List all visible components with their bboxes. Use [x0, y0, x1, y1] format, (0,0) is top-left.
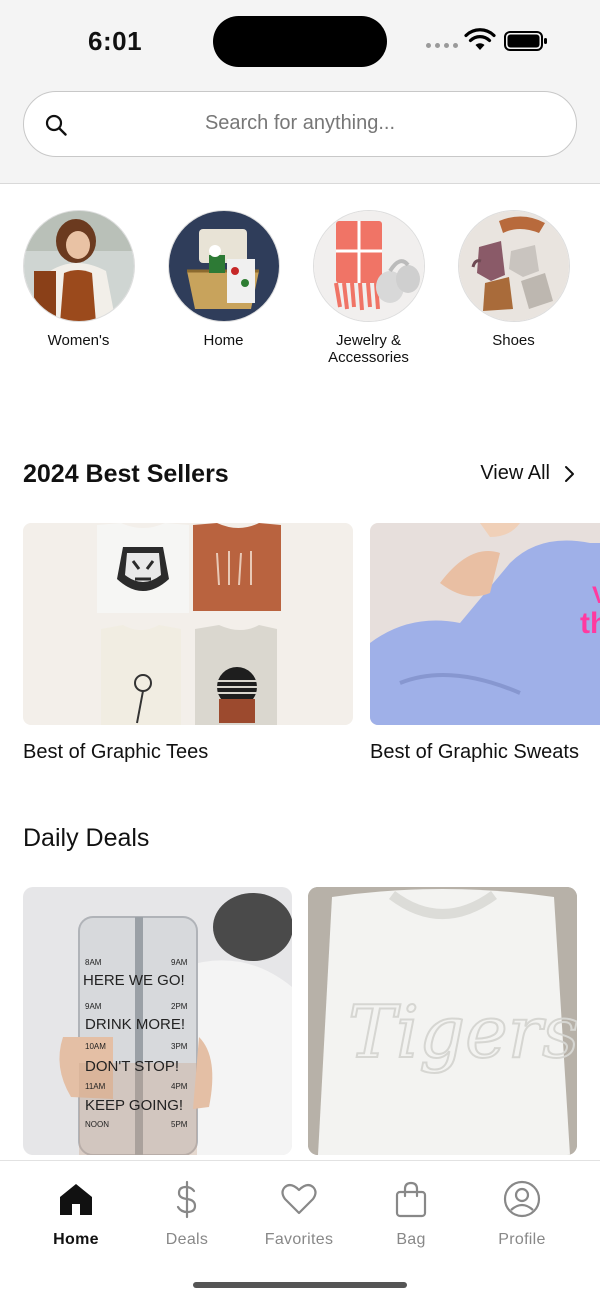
- home-icon: [60, 1184, 92, 1215]
- bottle-text: NOON: [85, 1120, 109, 1129]
- water-bottle-image: 8AM 9AM HERE WE GO! 9AM 2PM DRINK MORE! …: [23, 887, 292, 1155]
- bottom-tab-bar: Home Deals Favorites Bag Profile: [0, 1160, 600, 1300]
- home-indicator[interactable]: [193, 1282, 407, 1288]
- best-of-graphic-sweats-card[interactable]: th V: [370, 523, 600, 725]
- battery-icon: [504, 31, 547, 51]
- bottle-text: 10AM: [85, 1042, 106, 1051]
- bottle-text: 5PM: [171, 1120, 188, 1129]
- category-label-home: Home: [203, 332, 244, 349]
- graphic-sweats-image: th V: [370, 523, 600, 725]
- tab-favorites[interactable]: Favorites: [249, 1179, 349, 1249]
- shoes-category-image: [457, 210, 570, 322]
- womens-category-image: [22, 210, 135, 322]
- tab-label-home: Home: [53, 1231, 99, 1248]
- bottle-text: KEEP GOING!: [85, 1097, 183, 1114]
- profile-icon: [503, 1180, 541, 1218]
- dollar-icon: [176, 1180, 197, 1219]
- bottle-text: 3PM: [171, 1042, 188, 1051]
- best-of-graphic-sweats-label: Best of Graphic Sweats: [370, 741, 579, 763]
- best-sellers-title: 2024 Best Sellers: [23, 460, 229, 488]
- view-all-label: View All: [480, 462, 550, 484]
- bag-icon: [395, 1181, 427, 1218]
- tab-label-bag: Bag: [396, 1231, 426, 1248]
- tab-profile[interactable]: Profile: [472, 1179, 572, 1249]
- category-row: Women's Home Jewelry & Accessories Shoes: [0, 210, 600, 380]
- status-time: 6:01: [88, 26, 143, 56]
- category-jewelry-accessories[interactable]: Jewelry & Accessories: [296, 210, 441, 366]
- category-label-womens: Women's: [47, 332, 110, 349]
- dynamic-island: [213, 16, 387, 67]
- graphic-tees-image: [23, 523, 353, 725]
- cellular-signal-icon: [426, 43, 458, 48]
- bottle-text: 9AM: [85, 1002, 102, 1011]
- jewelry-category-image: [312, 210, 425, 322]
- bottle-text: 4PM: [171, 1082, 188, 1091]
- category-womens[interactable]: Women's: [6, 210, 151, 349]
- category-label-shoes: Shoes: [492, 332, 535, 349]
- tab-home[interactable]: Home: [26, 1179, 126, 1249]
- home-category-image: [167, 210, 280, 322]
- tab-label-favorites: Favorites: [264, 1231, 334, 1248]
- tab-bag[interactable]: Bag: [361, 1179, 461, 1249]
- tigers-sweatshirt-image: Tigers: [308, 887, 577, 1155]
- search-placeholder: Search for anything...: [204, 112, 396, 134]
- heart-icon: [281, 1183, 317, 1215]
- daily-deals-title: Daily Deals: [23, 824, 150, 852]
- bottle-text: DRINK MORE!: [85, 1016, 185, 1033]
- tab-deals[interactable]: Deals: [137, 1179, 237, 1249]
- tab-label-profile: Profile: [498, 1231, 546, 1248]
- bottle-text: 9AM: [171, 958, 188, 967]
- bottle-text: 11AM: [85, 1082, 106, 1091]
- bottle-text: HERE WE GO!: [83, 972, 185, 989]
- category-home[interactable]: Home: [151, 210, 296, 349]
- bottle-text: 2PM: [171, 1002, 188, 1011]
- tab-label-deals: Deals: [165, 1231, 209, 1248]
- sweatshirt-pink-text: th: [580, 607, 600, 640]
- daily-deal-water-bottle-card[interactable]: 8AM 9AM HERE WE GO! 9AM 2PM DRINK MORE! …: [23, 887, 292, 1155]
- search-input[interactable]: Search for anything...: [23, 91, 577, 157]
- best-of-graphic-tees-label: Best of Graphic Tees: [23, 741, 209, 763]
- best-of-graphic-tees-card[interactable]: [23, 523, 353, 725]
- bottle-text: DON'T STOP!: [85, 1058, 179, 1075]
- sweatshirt-embroidered-text: Tigers: [348, 990, 577, 1074]
- wifi-icon: [464, 28, 496, 50]
- bottle-text: 8AM: [85, 958, 102, 967]
- chevron-right-icon: [565, 465, 574, 482]
- daily-deal-tigers-sweatshirt-card[interactable]: Tigers: [308, 887, 577, 1155]
- category-shoes[interactable]: Shoes: [441, 210, 586, 349]
- sweatshirt-pink-text-2: V: [592, 582, 600, 609]
- view-all-link[interactable]: View All: [480, 462, 576, 485]
- search-area: Search for anything...: [0, 82, 600, 184]
- category-label-jewelry: Jewelry & Accessories: [328, 332, 409, 366]
- status-bar: 6:01: [0, 0, 600, 82]
